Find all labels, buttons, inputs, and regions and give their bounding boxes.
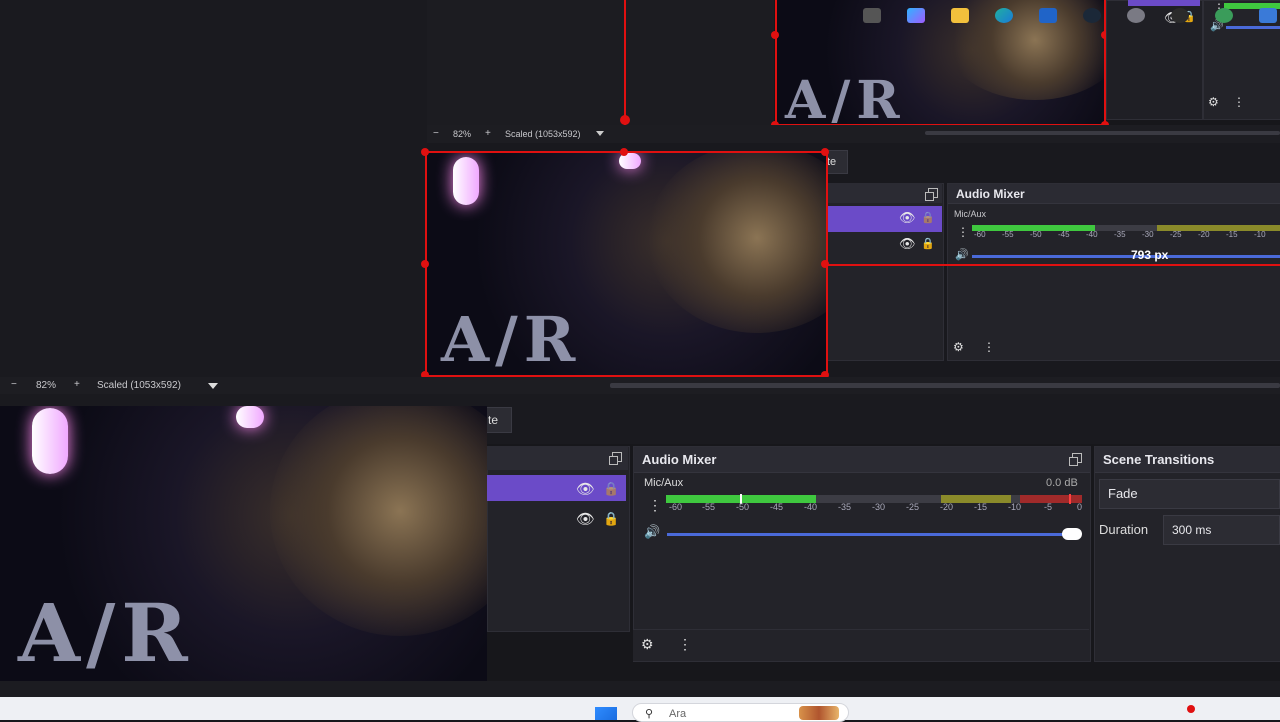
zoom-in-button[interactable]: + [485,128,491,139]
eye-icon[interactable]: 👁 [576,480,595,498]
status-strip [0,681,1280,697]
resize-handle[interactable] [421,260,429,268]
sources-dock [487,446,630,632]
scale-mode: Scaled (1053x592) [97,380,181,391]
chevron-down-icon[interactable] [596,131,604,136]
scrollbar[interactable] [925,131,1280,135]
resize-handle[interactable] [421,148,429,156]
lock-icon[interactable]: 🔒 [603,511,619,527]
dock-title: Scene Transitions [1095,447,1280,473]
zoom-out-button[interactable]: − [433,128,439,139]
more-icon[interactable]: ⋮ [957,225,969,239]
top-left-canvas [0,0,427,378]
speaker-icon[interactable]: 🔊 [955,248,969,261]
undock-icon[interactable] [609,452,622,465]
shirt-text: A/R [18,586,194,680]
more-icon[interactable]: ⋮ [983,340,995,354]
tick-labels: -60 -55 -50 -45 -40 -35 -30 -25 -20 -15 … [974,230,1266,239]
steam-icon[interactable] [1083,8,1101,23]
start-icon[interactable] [595,707,617,720]
volume-track[interactable] [667,533,1077,536]
mini-volume-track[interactable] [1226,26,1280,29]
eye-icon[interactable]: 👁 [899,236,916,252]
top-preview-area [427,0,774,125]
zoom-in-button[interactable]: + [74,379,80,390]
eye-icon[interactable]: 👁 [576,510,595,528]
sources-dock-header [487,446,628,470]
gear-icon[interactable]: ⚙ [953,340,964,354]
zoom-out-button[interactable]: − [11,379,17,390]
lock-icon[interactable]: 🔒 [603,481,619,497]
undock-icon[interactable] [1069,453,1082,466]
duration-field[interactable]: 300 ms [1163,515,1280,545]
channel-name: Mic/Aux [644,477,684,489]
zoom-level: 82% [36,380,57,391]
dock-title: Audio Mixer [948,184,1280,204]
resize-handle[interactable] [771,31,779,39]
undock-icon[interactable] [925,188,938,201]
tab-button-fragment[interactable]: te [484,407,512,433]
duration-label: Duration [1099,522,1149,537]
more-icon[interactable]: ⋮ [1233,95,1245,109]
top-audio-mixer-dock: Audio Mixer [947,183,1280,361]
network-icon[interactable] [1259,8,1277,23]
bottom-video-feed: A/R [0,406,487,681]
transition-select[interactable]: Fade [1099,479,1280,509]
edge-icon[interactable] [995,8,1013,23]
mixer-footer [633,629,1089,661]
source-selected-fragment[interactable] [1128,0,1200,6]
chevron-down-icon[interactable] [208,383,218,389]
file-explorer-icon[interactable] [951,8,969,23]
store-icon[interactable] [1039,8,1057,23]
lock-icon[interactable]: 🔒 [921,211,935,224]
taskbar-search[interactable]: ⚲ Ara [632,703,849,722]
search-highlight-icon [799,706,839,720]
gear-icon[interactable]: ⚙ [641,636,654,653]
obs-icon[interactable] [1171,8,1189,23]
scrollbar[interactable] [610,383,1280,388]
globe-icon[interactable] [1215,8,1233,23]
resize-handle[interactable] [821,148,829,156]
eye-icon[interactable]: 👁 [899,210,916,226]
tick-labels: -60 -55 -50 -45 -40 -35 -30 -25 -20 -15 … [669,502,1083,512]
guide-line-horizontal [828,264,1280,266]
search-placeholder: Ara [669,708,687,720]
gear-icon[interactable]: ⚙ [1208,95,1219,109]
volume-slider-knob[interactable] [1062,528,1082,540]
more-icon[interactable]: ⋮ [648,497,662,514]
recording-indicator-icon [1187,705,1195,713]
dock-title: Audio Mixer [634,447,1090,473]
search-icon: ⚲ [645,708,654,720]
task-view-icon[interactable] [863,8,881,23]
volume-track[interactable] [972,255,1280,258]
guide-handle[interactable] [620,115,630,125]
more-icon[interactable]: ⋮ [678,636,692,653]
zoom-level: 82% [453,129,472,139]
speaker-icon[interactable]: 🔊 [644,524,660,540]
db-value: 0.0 dB [1046,477,1078,489]
size-readout: 793 px [1131,248,1169,262]
channel-name: Mic/Aux [954,209,987,219]
settings-icon[interactable] [1127,8,1145,23]
resize-handle[interactable] [620,148,628,156]
lock-icon[interactable]: 🔒 [921,237,935,250]
copilot-icon[interactable] [907,8,925,23]
scale-mode: Scaled (1053x592) [505,129,581,139]
mid-video-selection[interactable] [425,151,828,377]
